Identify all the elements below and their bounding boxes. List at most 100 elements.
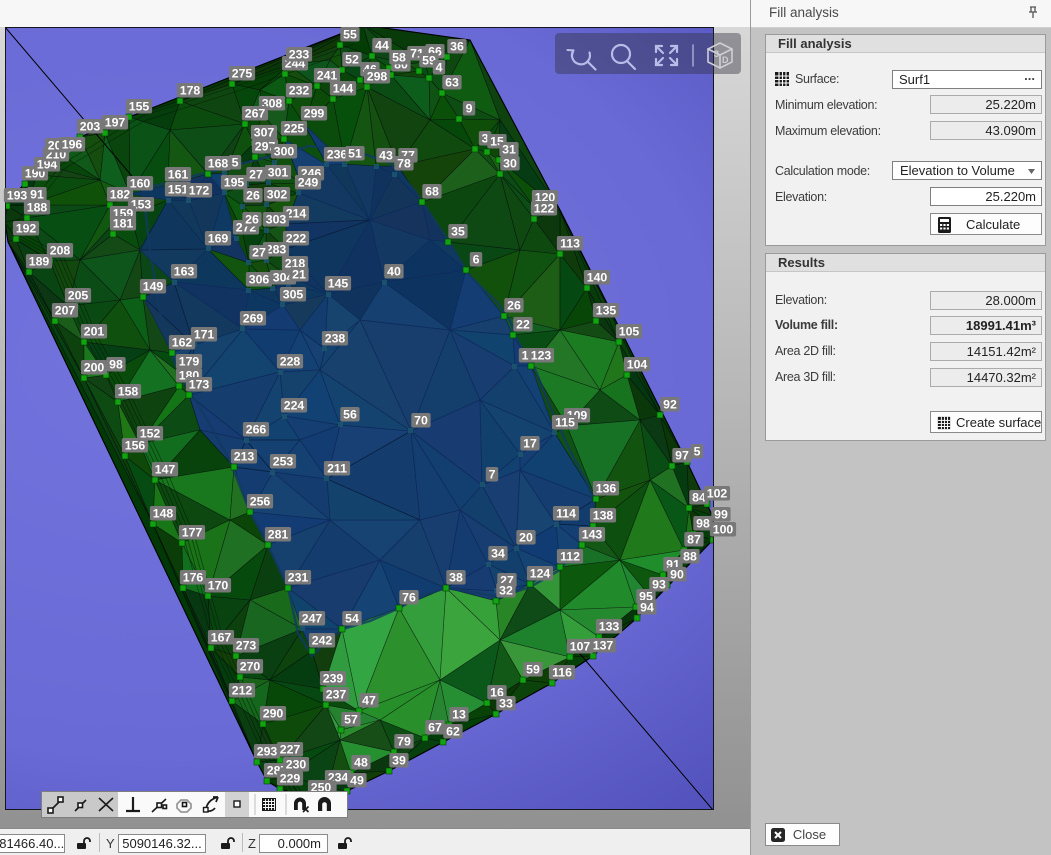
svg-text:22: 22 [516, 317, 530, 331]
svg-text:208: 208 [50, 243, 71, 257]
svg-text:293: 293 [257, 744, 278, 758]
svg-text:1: 1 [522, 348, 529, 362]
svg-text:169: 169 [208, 231, 229, 245]
svg-text:148: 148 [153, 506, 174, 520]
svg-text:30: 30 [503, 156, 517, 170]
svg-text:163: 163 [174, 264, 195, 278]
svg-text:290: 290 [263, 706, 284, 720]
svg-text:100: 100 [713, 522, 734, 536]
svg-text:229: 229 [280, 771, 301, 785]
svg-text:138: 138 [593, 508, 614, 522]
svg-text:88: 88 [683, 549, 697, 563]
svg-text:201: 201 [84, 324, 105, 338]
svg-text:70: 70 [414, 413, 428, 427]
svg-text:181: 181 [113, 216, 134, 230]
svg-text:241: 241 [317, 68, 338, 82]
svg-text:233: 233 [289, 47, 310, 61]
svg-text:39: 39 [392, 753, 406, 767]
svg-text:116: 116 [552, 665, 572, 679]
svg-text:301: 301 [268, 165, 289, 179]
svg-text:203: 203 [80, 119, 101, 133]
svg-text:298: 298 [367, 69, 388, 83]
svg-text:283: 283 [266, 242, 287, 256]
svg-text:20: 20 [519, 530, 533, 544]
svg-text:145: 145 [328, 276, 349, 290]
svg-text:266: 266 [246, 422, 267, 436]
svg-text:7: 7 [489, 467, 496, 481]
svg-text:26: 26 [246, 188, 260, 202]
svg-text:305: 305 [283, 287, 304, 301]
svg-text:27: 27 [249, 167, 263, 181]
svg-text:5: 5 [694, 444, 701, 458]
svg-text:237: 237 [326, 687, 347, 701]
svg-text:98: 98 [696, 516, 710, 530]
svg-text:99: 99 [714, 507, 728, 521]
svg-text:306: 306 [249, 272, 270, 286]
svg-text:249: 249 [298, 175, 319, 189]
svg-text:269: 269 [243, 311, 264, 325]
svg-text:228: 228 [280, 354, 301, 368]
svg-text:143: 143 [582, 527, 603, 541]
svg-text:189: 189 [29, 254, 50, 268]
svg-text:161: 161 [168, 167, 189, 181]
svg-text:207: 207 [55, 303, 76, 317]
svg-text:213: 213 [234, 449, 255, 463]
svg-text:256: 256 [250, 494, 271, 508]
svg-text:242: 242 [312, 633, 333, 647]
svg-text:167: 167 [211, 630, 232, 644]
svg-text:144: 144 [333, 81, 354, 95]
svg-text:172: 172 [189, 183, 210, 197]
svg-text:57: 57 [344, 712, 358, 726]
svg-text:281: 281 [268, 527, 289, 541]
svg-text:4: 4 [436, 60, 443, 74]
svg-text:92: 92 [663, 397, 677, 411]
svg-text:36: 36 [450, 39, 464, 53]
svg-text:17: 17 [523, 436, 537, 450]
svg-text:123: 123 [531, 348, 552, 362]
svg-text:168: 168 [208, 156, 229, 170]
svg-text:58: 58 [392, 50, 406, 64]
svg-text:200: 200 [84, 360, 105, 374]
svg-text:162: 162 [172, 335, 193, 349]
svg-text:27: 27 [252, 245, 266, 259]
svg-text:56: 56 [343, 407, 357, 421]
svg-text:113: 113 [560, 236, 580, 250]
svg-text:151: 151 [168, 182, 189, 196]
svg-text:31: 31 [502, 142, 516, 156]
svg-text:135: 135 [596, 303, 617, 317]
svg-text:26: 26 [507, 298, 521, 312]
svg-text:212: 212 [232, 683, 253, 697]
svg-text:196: 196 [62, 137, 83, 151]
svg-text:59: 59 [526, 662, 540, 676]
svg-text:238: 238 [325, 331, 346, 345]
svg-text:67: 67 [428, 720, 442, 734]
svg-text:21: 21 [292, 267, 306, 281]
svg-text:155: 155 [129, 99, 150, 113]
svg-text:40: 40 [387, 264, 401, 278]
svg-text:3: 3 [714, 49, 719, 59]
svg-text:170: 170 [208, 578, 229, 592]
svg-text:104: 104 [627, 357, 648, 371]
svg-text:247: 247 [302, 611, 323, 625]
svg-text:78: 78 [397, 156, 411, 170]
svg-text:179: 179 [179, 354, 200, 368]
svg-text:79: 79 [397, 734, 411, 748]
svg-text:91: 91 [30, 187, 44, 201]
svg-text:137: 137 [593, 638, 614, 652]
svg-text:122: 122 [534, 201, 555, 215]
svg-text:307: 307 [254, 125, 275, 139]
svg-text:26: 26 [245, 212, 259, 226]
svg-text:105: 105 [619, 324, 640, 338]
svg-text:303: 303 [266, 212, 287, 226]
svg-text:299: 299 [304, 106, 325, 120]
svg-text:253: 253 [273, 454, 294, 468]
svg-text:51: 51 [348, 146, 362, 160]
svg-text:62: 62 [446, 724, 460, 738]
svg-text:76: 76 [402, 590, 416, 604]
svg-text:227: 227 [280, 742, 301, 756]
svg-text:147: 147 [155, 462, 176, 476]
svg-text:44: 44 [375, 38, 389, 52]
svg-text:49: 49 [350, 773, 364, 787]
svg-text:149: 149 [143, 279, 164, 293]
svg-text:176: 176 [183, 570, 204, 584]
